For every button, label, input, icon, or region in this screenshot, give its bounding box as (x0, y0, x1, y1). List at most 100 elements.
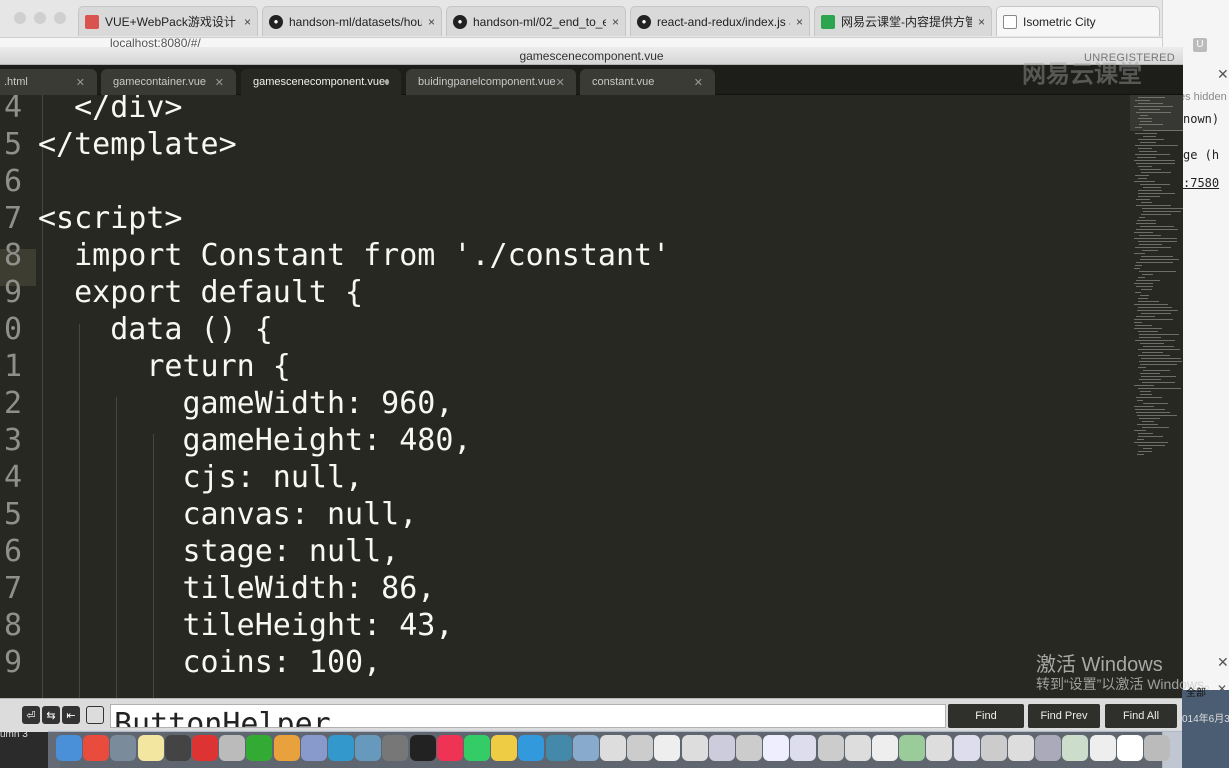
dock-app-icon[interactable] (1008, 735, 1034, 761)
dock-app-icon[interactable] (219, 735, 246, 761)
dock-app-icon[interactable] (464, 735, 490, 761)
close-icon[interactable]: ✕ (694, 76, 703, 89)
minimap-line (1135, 325, 1152, 326)
dock-app-icon[interactable] (708, 735, 735, 761)
dock-app-icon[interactable] (600, 735, 626, 761)
find-input[interactable]: ButtonHelper (110, 704, 946, 728)
dock-app-icon[interactable] (164, 735, 191, 761)
dock-app-icon[interactable] (518, 735, 545, 761)
whole-word-toggle[interactable]: ⇤ (62, 706, 80, 724)
browser-tab[interactable]: 网易云课堂-内容提供方管理后 × (814, 6, 992, 36)
dock-app-icon[interactable] (491, 735, 518, 761)
extension-icon[interactable]: U (1193, 38, 1207, 52)
code-line[interactable]: 8 tileHeight: 43, (0, 607, 1130, 644)
code-line[interactable]: 3 gameHeight: 480, (0, 422, 1130, 459)
close-icon[interactable]: × (978, 15, 985, 29)
tab-constant[interactable]: constant.vue ✕ (580, 69, 715, 95)
dock-app-icon[interactable] (817, 735, 844, 761)
window-zoom-button[interactable] (54, 12, 66, 24)
find-button[interactable]: Find (948, 704, 1024, 728)
dock-app-icon[interactable] (654, 735, 681, 761)
dock-app-icon[interactable] (1116, 735, 1143, 761)
dock-app-icon[interactable] (355, 735, 382, 761)
unsaved-dot-icon[interactable] (385, 79, 389, 85)
dock-app-icon[interactable] (56, 735, 82, 761)
dock-app-icon[interactable] (953, 735, 980, 761)
dock-app-icon[interactable] (382, 735, 409, 761)
code-line[interactable]: 9 coins: 100, (0, 644, 1130, 681)
dock-app-icon[interactable] (192, 735, 218, 761)
close-icon[interactable]: ✕ (76, 76, 85, 89)
dock-app-icon[interactable] (763, 735, 790, 761)
close-icon[interactable]: ✕ (1217, 66, 1229, 83)
close-icon[interactable]: × (244, 15, 251, 29)
regex-toggle[interactable]: ⏎ (22, 706, 40, 724)
dock-app-icon[interactable] (110, 735, 137, 761)
dock-app-icon[interactable] (328, 735, 354, 761)
code-line[interactable]: 6 stage: null, (0, 533, 1130, 570)
code-line[interactable]: 4 </div> (0, 95, 1130, 126)
minimap-line (1140, 364, 1177, 365)
window-minimize-button[interactable] (34, 12, 46, 24)
minimap[interactable] (1130, 95, 1183, 698)
dock-app-icon[interactable] (1035, 735, 1062, 761)
tab-gamecontainer[interactable]: gamecontainer.vue ✕ (101, 69, 236, 95)
dock-app-icon[interactable] (1144, 735, 1170, 761)
close-icon[interactable]: × (428, 15, 435, 29)
wrap-toggle[interactable] (86, 706, 104, 724)
dock-app-icon[interactable] (627, 735, 654, 761)
tab-buidingpanelcomponent[interactable]: buidingpanelcomponent.vue ✕ (406, 69, 576, 95)
dock-app-icon[interactable] (83, 735, 110, 761)
dock-app-icon[interactable] (436, 735, 463, 761)
dock-app-icon[interactable] (736, 735, 762, 761)
code-line[interactable]: 1 return { (0, 348, 1130, 385)
dock-app-icon[interactable] (1062, 735, 1089, 761)
console-link[interactable]: :7580 (1183, 176, 1219, 190)
browser-tab[interactable]: VUE+WebPack游戏设计：欲 × (78, 6, 258, 36)
dock-app-icon[interactable] (926, 735, 953, 761)
dock-app-icon[interactable] (572, 735, 599, 761)
dock-app-icon[interactable] (844, 735, 871, 761)
minimap-line (1138, 178, 1147, 179)
dock-app-icon[interactable] (300, 735, 327, 761)
find-all-button[interactable]: Find All (1105, 704, 1177, 728)
dock-app-icon[interactable] (790, 735, 817, 761)
close-icon[interactable]: ✕ (556, 76, 565, 89)
dock-app-icon[interactable] (980, 735, 1007, 761)
code-line[interactable]: 9 export default { (0, 274, 1130, 311)
close-icon[interactable]: × (612, 15, 619, 29)
dock-app-icon[interactable] (1089, 735, 1116, 761)
dock-app-icon[interactable] (872, 735, 898, 761)
close-icon[interactable]: ✕ (1217, 654, 1229, 671)
dock-app-icon[interactable] (545, 735, 572, 761)
code-editor[interactable]: 4 </div> 5 </template> 6 7 <script> 8 import C… (0, 95, 1130, 698)
window-close-button[interactable] (14, 12, 26, 24)
browser-tab[interactable]: ● handson-ml/datasets/housi × (262, 6, 442, 36)
code-line[interactable]: 8 import Constant from './constant' (0, 237, 1130, 274)
tab-gamescenecomponent[interactable]: gamescenecomponent.vue (241, 69, 401, 95)
code-line[interactable]: 5 canvas: null, (0, 496, 1130, 533)
code-line[interactable]: 4 cjs: null, (0, 459, 1130, 496)
close-icon[interactable]: × (796, 15, 803, 29)
dock-app-icon[interactable] (681, 735, 708, 761)
code-line[interactable]: 5 </template> (0, 126, 1130, 163)
dock-app-icon[interactable] (409, 735, 436, 761)
close-icon[interactable]: ✕ (215, 76, 224, 89)
code-line[interactable]: 7 tileWidth: 86, (0, 570, 1130, 607)
browser-tab[interactable]: ● react-and-redux/index.js at × (630, 6, 810, 36)
minimap-line (1142, 382, 1175, 383)
dock-app-icon[interactable] (137, 735, 164, 761)
browser-tab[interactable]: ● handson-ml/02_end_to_end × (446, 6, 626, 36)
browser-tab[interactable]: Isometric City (996, 6, 1160, 36)
code-line[interactable]: 0 data () { (0, 311, 1130, 348)
tab-html[interactable]: .html ✕ (0, 69, 97, 95)
dock-app-icon[interactable] (273, 735, 300, 761)
find-prev-button[interactable]: Find Prev (1028, 704, 1100, 728)
code-line[interactable]: 7 <script> (0, 200, 1130, 237)
dock-app-icon[interactable] (899, 735, 926, 761)
code-line[interactable]: 6 (0, 163, 1130, 200)
code-line[interactable]: 2 gameWidth: 960, (0, 385, 1130, 422)
case-toggle[interactable]: ⇆ (42, 706, 60, 724)
dock-app-icon[interactable] (246, 735, 273, 761)
minimap-line (1138, 193, 1175, 194)
